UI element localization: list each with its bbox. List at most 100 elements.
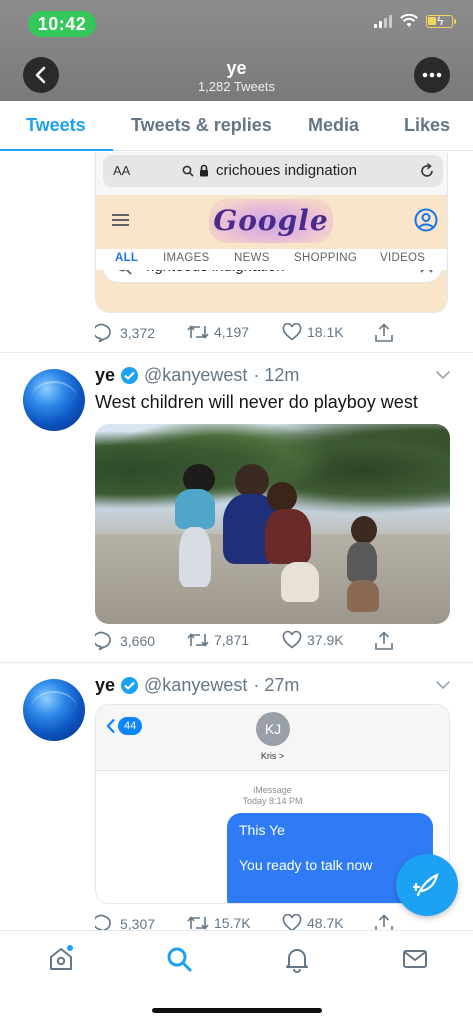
reply-icon xyxy=(95,323,111,343)
tweet-actions: 3,372 4,197 18.1K xyxy=(95,323,405,345)
nav-home[interactable] xyxy=(47,945,75,978)
bell-icon xyxy=(286,949,308,973)
retweet-icon xyxy=(187,916,209,930)
tweet-text: West children will never do playboy west xyxy=(95,392,418,412)
imessage-service-label: iMessage xyxy=(253,785,292,795)
tweet-time: · 12m xyxy=(253,365,300,385)
like-button[interactable]: 37.9K xyxy=(282,631,344,649)
search-icon xyxy=(182,165,194,177)
signal-icon xyxy=(374,14,392,28)
message-line: This Ye xyxy=(239,822,285,838)
chevron-left-icon xyxy=(106,718,115,734)
nav-messages[interactable] xyxy=(401,945,429,978)
google-tab-images: IMAGES xyxy=(163,252,210,264)
share-icon xyxy=(375,914,393,930)
contact-avatar: KJ xyxy=(256,712,290,746)
like-count: 18.1K xyxy=(307,324,344,340)
url-text: crichoues indignation xyxy=(216,162,357,179)
google-tab-all: ALL xyxy=(115,252,139,264)
reply-button[interactable]: 3,372 xyxy=(95,323,155,343)
reply-icon xyxy=(95,631,111,651)
like-count: 37.9K xyxy=(307,632,344,648)
retweet-icon xyxy=(187,633,209,647)
retweet-icon xyxy=(187,325,209,339)
tweet-author-name[interactable]: ye xyxy=(95,365,115,386)
like-button[interactable]: 18.1K xyxy=(282,323,344,341)
profile-name: ye xyxy=(226,58,247,78)
account-icon xyxy=(414,208,438,232)
like-button[interactable]: 48.7K xyxy=(282,914,344,930)
retweet-count: 15.7K xyxy=(214,915,251,930)
share-button[interactable] xyxy=(374,631,394,651)
tweet-feed[interactable]: AA crichoues indignation Google ALL IMAG… xyxy=(0,152,473,930)
tweet-divider xyxy=(0,662,473,663)
avatar[interactable] xyxy=(23,369,85,431)
chevron-down-icon[interactable] xyxy=(435,680,451,690)
tweet-time: · 27m xyxy=(253,675,300,695)
tab-tweets-replies[interactable]: Tweets & replies xyxy=(131,115,272,136)
retweet-button[interactable]: 15.7K xyxy=(187,914,251,930)
lock-icon xyxy=(200,164,208,177)
more-dots-icon xyxy=(422,72,442,78)
avatar[interactable] xyxy=(23,679,85,741)
search-icon xyxy=(167,947,192,972)
compose-tweet-button[interactable] xyxy=(396,854,458,916)
retweet-button[interactable]: 4,197 xyxy=(187,323,249,341)
contact-name: Kris > xyxy=(260,751,285,761)
tab-tweets[interactable]: Tweets xyxy=(26,115,86,136)
home-icon xyxy=(50,945,73,970)
reply-button[interactable]: 3,660 xyxy=(95,631,155,651)
active-tab-indicator xyxy=(0,149,113,151)
chevron-down-icon[interactable] xyxy=(435,370,451,380)
home-indicator xyxy=(152,1008,322,1013)
verified-badge-icon xyxy=(121,677,139,694)
retweet-button[interactable]: 7,871 xyxy=(187,631,249,649)
reply-count: 5,307 xyxy=(120,916,156,930)
profile-tabs: Tweets Tweets & replies Media Likes xyxy=(0,101,473,151)
more-options-button[interactable] xyxy=(414,57,450,93)
url-bar: AA crichoues indignation xyxy=(103,155,443,187)
tab-likes[interactable]: Likes xyxy=(404,115,450,136)
safari-bar: AA crichoues indignation xyxy=(96,152,447,195)
imessage-header: 44 KJ Kris > xyxy=(96,705,449,771)
reply-icon xyxy=(95,914,111,930)
tweet-author-name[interactable]: ye xyxy=(95,675,115,696)
google-doodle: Google xyxy=(209,199,333,243)
reply-count: 3,660 xyxy=(120,633,156,649)
reply-button[interactable]: 5,307 xyxy=(95,914,155,930)
text-size-label: AA xyxy=(113,163,131,178)
status-icons: ϟ xyxy=(374,14,456,28)
google-tab-videos: VIDEOS xyxy=(380,252,426,264)
google-tab-shopping: SHOPPING xyxy=(294,252,358,264)
share-button[interactable] xyxy=(374,914,394,930)
share-icon xyxy=(375,631,393,650)
tweet-header: ye @kanyewest · 12m xyxy=(95,365,299,386)
imessage-timestamp: Today 8:14 PM xyxy=(242,796,303,806)
like-count: 48.7K xyxy=(307,915,344,930)
tweet-media-google-screenshot[interactable]: AA crichoues indignation Google ALL IMAG… xyxy=(95,152,448,313)
status-time: 10:42 xyxy=(28,11,96,37)
tweet-handle[interactable]: @kanyewest xyxy=(144,365,247,386)
share-button[interactable] xyxy=(374,323,394,343)
nav-search[interactable] xyxy=(165,945,193,978)
wifi-icon xyxy=(400,14,418,27)
heart-icon xyxy=(282,914,302,930)
tweet-photo[interactable] xyxy=(95,424,450,624)
tweet-handle[interactable]: @kanyewest xyxy=(144,675,247,696)
tab-media[interactable]: Media xyxy=(308,115,359,136)
nav-notifications[interactable] xyxy=(283,945,311,978)
tweet-divider xyxy=(0,352,473,353)
google-result-tabs: ALL IMAGES NEWS SHOPPING VIDEOS xyxy=(96,249,447,270)
unread-badge: 44 xyxy=(118,717,143,735)
retweet-count: 7,871 xyxy=(214,632,250,648)
hamburger-icon xyxy=(112,214,129,226)
google-tab-news: NEWS xyxy=(234,252,270,264)
reload-icon xyxy=(421,163,433,177)
tweet-count: 1,282 Tweets xyxy=(197,79,276,94)
verified-badge-icon xyxy=(121,367,139,384)
heart-icon xyxy=(282,631,302,649)
tweet-actions: 5,307 15.7K 48.7K xyxy=(95,914,405,930)
message-line: You ready to talk now xyxy=(239,857,373,873)
reply-count: 3,372 xyxy=(120,325,156,341)
screen: 10:42 ϟ ye 1,282 Tweets Tweets Tweets & … xyxy=(0,0,473,1024)
